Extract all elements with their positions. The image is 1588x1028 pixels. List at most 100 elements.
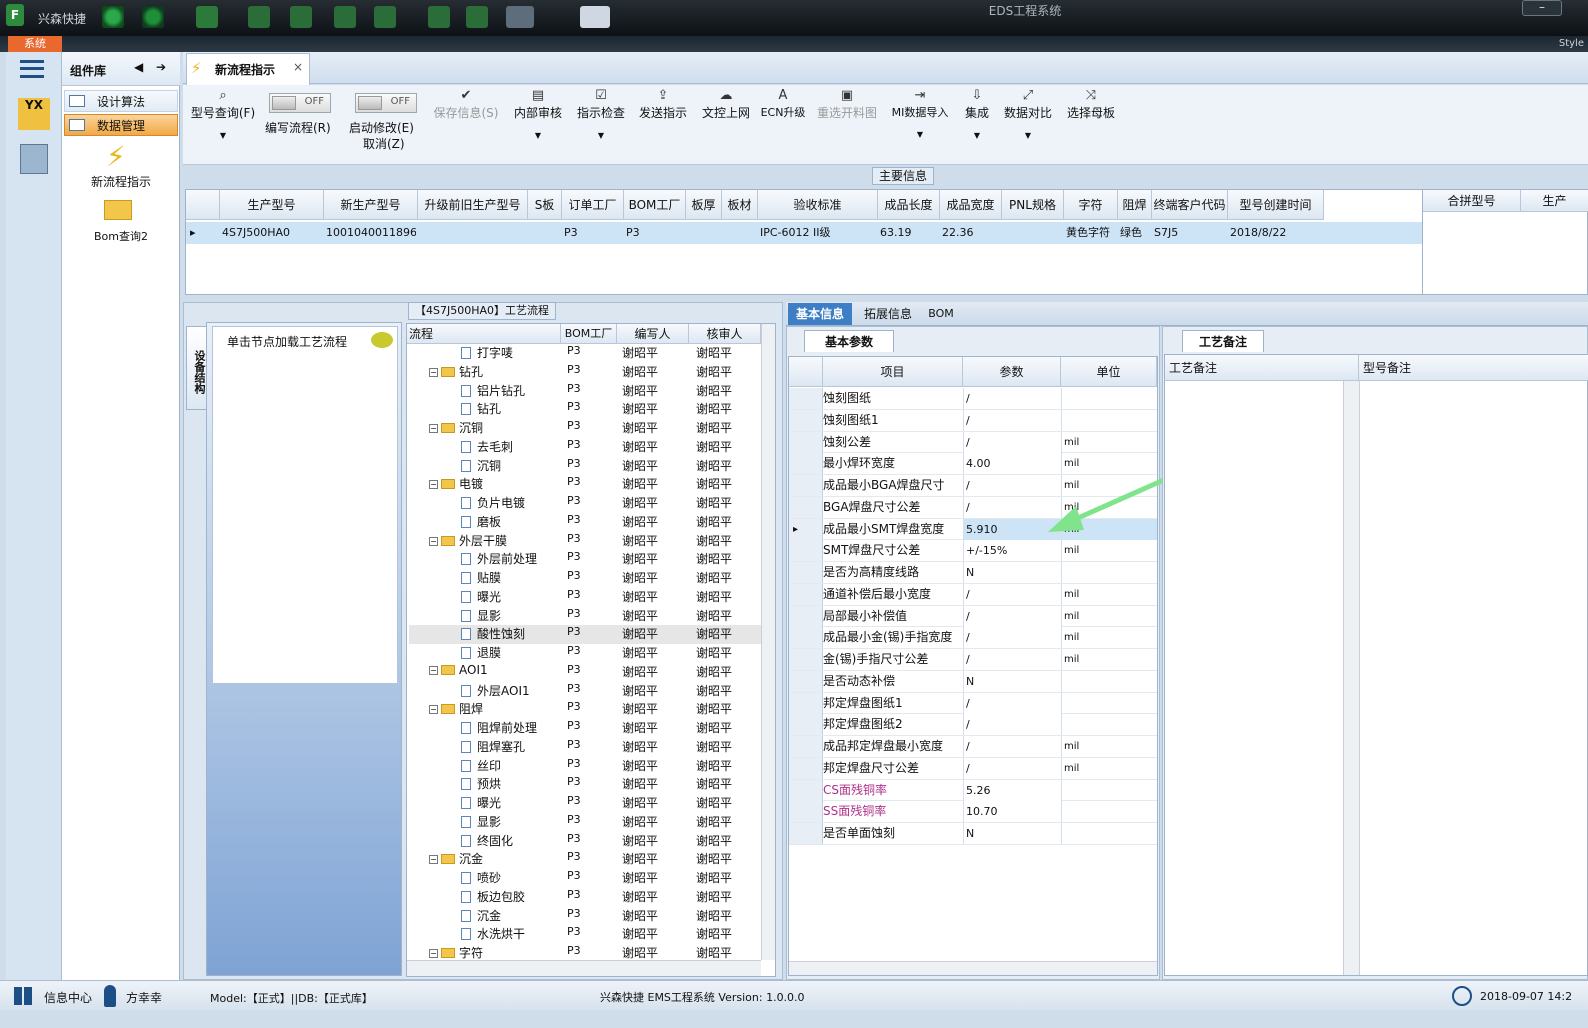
tab-bom[interactable]: BOM — [924, 303, 958, 325]
main-col-header[interactable]: 阻焊 — [1118, 190, 1152, 220]
minimize-button[interactable]: – — [1522, 0, 1562, 16]
main-col-header[interactable]: 验收标准 — [758, 190, 878, 220]
row-selector[interactable] — [789, 583, 823, 605]
flow-row[interactable]: 预烘 P3 谢昭平 谢昭平 — [409, 775, 763, 794]
internal-review-button[interactable]: ▤ 内部审核 ▼ — [507, 85, 569, 165]
main-col-header[interactable]: 成品长度 — [878, 190, 940, 220]
flow-row[interactable]: 显影 P3 谢昭平 谢昭平 — [409, 607, 763, 626]
flow-row[interactable]: 喷砂 P3 谢昭平 谢昭平 — [409, 869, 763, 888]
data-compare-button[interactable]: ⤢ 数据对比 ▼ — [1001, 85, 1055, 165]
collapse-icon[interactable]: − — [429, 536, 438, 546]
dropdown-arrow-icon[interactable]: ▼ — [959, 131, 995, 140]
flow-row[interactable]: 沉金 P3 谢昭平 谢昭平 — [409, 907, 763, 926]
param-row[interactable]: CS面残铜率 5.26 — [789, 779, 1157, 802]
param-value-field[interactable]: / — [963, 388, 1061, 409]
main-info-cell[interactable] — [530, 222, 560, 244]
collapse-icon[interactable]: − — [429, 480, 438, 490]
main-info-cell[interactable]: 4S7J500HA0 — [222, 222, 322, 244]
enable-edit-toggle[interactable]: OFF — [355, 93, 417, 113]
notes-scrollbar[interactable] — [1343, 381, 1359, 975]
main-col-header[interactable]: 成品宽度 — [940, 190, 1002, 220]
row-selector[interactable] — [789, 388, 823, 409]
model-query-button[interactable]: ⌕ 型号查询(F) ▼ — [187, 85, 259, 165]
send-instruction-button[interactable]: ⇪ 发送指示 — [633, 85, 693, 165]
flow-row[interactable]: 退膜 P3 谢昭平 谢昭平 — [409, 644, 763, 663]
dropdown-arrow-icon[interactable]: ▼ — [507, 131, 569, 140]
row-selector[interactable] — [789, 714, 823, 736]
row-selector[interactable] — [789, 757, 823, 779]
main-info-row[interactable]: ▸ 4S7J500HA0 10010400118963 P3 P3 IPC-6012 II… — [186, 222, 1422, 244]
param-value-field[interactable]: / — [963, 714, 1061, 736]
row-selector[interactable] — [789, 627, 823, 649]
param-row[interactable]: 邦定焊盘图纸2 / — [789, 714, 1157, 736]
collapse-icon[interactable]: − — [429, 424, 438, 433]
main-col-header[interactable]: 生产型号 — [220, 190, 324, 220]
flow-row[interactable]: − 阻焊 P3 谢昭平 谢昭平 — [409, 700, 763, 719]
flow-row[interactable]: 贴膜 P3 谢昭平 谢昭平 — [409, 569, 763, 588]
collapse-icon[interactable]: − — [429, 855, 438, 865]
main-info-cell[interactable]: 63.19 — [880, 222, 938, 244]
row-selector[interactable] — [789, 496, 823, 518]
main-info-cell[interactable] — [724, 222, 756, 244]
collapse-icon[interactable]: − — [429, 665, 438, 675]
row-selector[interactable] — [789, 649, 823, 670]
param-row[interactable]: 金(锡)手指尺寸公差 / mil — [789, 649, 1157, 671]
flow-row[interactable]: 显影 P3 谢昭平 谢昭平 — [409, 813, 763, 832]
lightning-icon[interactable]: ⚡ — [106, 140, 126, 173]
flow-row[interactable]: − 沉铜 P3 谢昭平 谢昭平 — [409, 419, 763, 438]
flow-row[interactable]: 磨板 P3 谢昭平 谢昭平 — [409, 513, 763, 532]
row-selector[interactable] — [789, 540, 823, 562]
reselect-cut-button[interactable]: ▣ 重选开料图 — [813, 85, 881, 165]
flow-row[interactable]: 负片电镀 P3 谢昭平 谢昭平 — [409, 494, 763, 513]
bom-query-tool[interactable]: Bom查询2 — [64, 228, 178, 244]
param-value-field[interactable]: / — [963, 649, 1061, 670]
param-row[interactable]: 邦定焊盘图纸1 / — [789, 692, 1157, 715]
param-value-field[interactable]: / — [963, 583, 1061, 605]
component-item-design-algorithm[interactable]: 设计算法 — [64, 90, 178, 112]
ecn-upgrade-button[interactable]: A ECN升级 — [759, 85, 807, 165]
select-mother-board-button[interactable]: ⤨ 选择母板 — [1061, 85, 1121, 165]
flow-row[interactable]: 沉铜 P3 谢昭平 谢昭平 — [409, 457, 763, 476]
main-col-header[interactable]: 型号创建时间 — [1228, 190, 1324, 220]
flow-row[interactable]: 外层前处理 P3 谢昭平 谢昭平 — [409, 550, 763, 569]
tab-extended-info[interactable]: 拓展信息 — [856, 303, 920, 325]
process-notes-textarea[interactable] — [1165, 381, 1343, 975]
main-col-header[interactable]: 新生产型号 — [324, 190, 418, 220]
params-horizontal-scrollbar[interactable] — [789, 961, 1157, 975]
flow-row[interactable]: − 电镀 P3 谢昭平 谢昭平 — [409, 475, 763, 494]
flow-row[interactable]: 酸性蚀刻 P3 谢昭平 谢昭平 — [409, 625, 763, 644]
flow-row[interactable]: 板边包胶 P3 谢昭平 谢昭平 — [409, 888, 763, 907]
row-selector[interactable] — [789, 409, 823, 431]
flow-row[interactable]: 水洗烘干 P3 谢昭平 谢昭平 — [409, 925, 763, 944]
flow-row[interactable]: 丝印 P3 谢昭平 谢昭平 — [409, 757, 763, 776]
main-col-header[interactable]: 订单工厂 — [562, 190, 624, 220]
main-info-cell[interactable]: 10010400118963 — [326, 222, 416, 244]
main-info-cell[interactable] — [420, 222, 526, 244]
tab-process-notes[interactable]: 工艺备注 — [1182, 330, 1264, 352]
param-row[interactable]: 局部最小补偿值 / mil — [789, 605, 1157, 628]
main-col-header[interactable]: BOM工厂 — [624, 190, 686, 220]
system-tab[interactable]: 系统 — [8, 36, 62, 52]
param-value-field[interactable]: N — [963, 562, 1061, 583]
flow-row[interactable]: − 外层干膜 P3 谢昭平 谢昭平 — [409, 532, 763, 551]
main-info-cell[interactable]: 黄色字符 — [1066, 222, 1116, 244]
main-col-header[interactable]: 字符 — [1064, 190, 1118, 220]
param-row[interactable]: SS面残铜率 10.70 — [789, 801, 1157, 823]
param-value-field[interactable]: / — [963, 736, 1061, 757]
side-tab-equipment[interactable]: 设备结构 — [186, 326, 208, 410]
component-item-data-management[interactable]: 数据管理 — [64, 114, 178, 136]
vertical-scrollbar[interactable] — [761, 324, 775, 960]
flow-row[interactable]: − 钻孔 P3 谢昭平 谢昭平 — [409, 363, 763, 382]
param-value-field[interactable]: / — [963, 692, 1061, 714]
param-row[interactable]: SMT焊盘尺寸公差 +/-15% mil — [789, 540, 1157, 562]
param-row[interactable]: 成品邦定焊盘最小宽度 / mil — [789, 736, 1157, 758]
dropdown-arrow-icon[interactable]: ▼ — [1001, 131, 1055, 140]
param-row[interactable]: 通道补偿后最小宽度 / mil — [789, 583, 1157, 606]
integrate-button[interactable]: ⇩ 集成 ▼ — [959, 85, 995, 165]
tab-new-flow[interactable]: ⚡ 新流程指示 × — [186, 53, 310, 85]
param-row[interactable]: 蚀刻图纸 / — [789, 388, 1157, 410]
main-info-cell[interactable]: 2018/8/22 — [1230, 222, 1322, 244]
flow-row[interactable]: 外层AOI1 P3 谢昭平 谢昭平 — [409, 682, 763, 701]
row-selector[interactable] — [789, 779, 823, 801]
main-col-header[interactable]: PNL规格 — [1002, 190, 1064, 220]
